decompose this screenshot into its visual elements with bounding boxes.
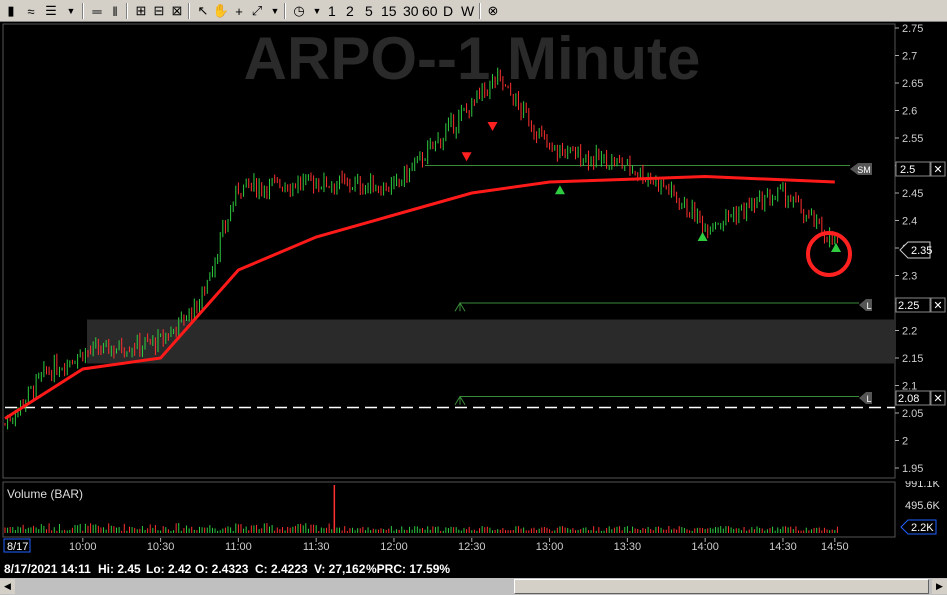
time-tick-label: 13:00	[536, 541, 564, 553]
target1-label: 2.25 ✕	[895, 297, 946, 313]
resistance-price: 2.5	[900, 164, 915, 176]
volume-current-marker: 2.2K	[900, 519, 937, 535]
crosshair-box-icon[interactable]: ⊠	[168, 2, 186, 20]
price-tick-label: 2.4	[902, 216, 917, 228]
interval-w[interactable]: W	[460, 2, 475, 20]
resistance-tag-text: SM	[857, 165, 871, 175]
status-datetime: 8/17/2021 14:11	[4, 562, 91, 576]
chart-title-watermark: ARPO--1 Minute	[244, 25, 701, 92]
time-tick-label: 11:00	[225, 541, 252, 553]
interval-60[interactable]: 60	[421, 2, 439, 20]
interval-1[interactable]: 1	[327, 2, 337, 20]
status-volume: V: 27,162	[314, 562, 366, 576]
close-level-icon[interactable]: ✕	[933, 164, 942, 176]
time-tick-label: 12:30	[458, 541, 486, 553]
toolbar: ▮ ≈ ☰ ▼ ═ ‖ ⊞ ⊟ ⊠ ↖ ✋ + ⤢ ▼ ◷ ▼ 1 2 5 15…	[0, 0, 947, 22]
price-tick-label: 2	[902, 436, 908, 448]
time-tick-label: 14:50	[821, 541, 849, 553]
target2-label: 2.08 ✕	[895, 390, 946, 406]
time-axis: 8/17 10:00 10:30 11:00 11:30 12:00 12:30 13:00…	[0, 538, 947, 558]
scroll-right-icon[interactable]: ▶	[932, 579, 947, 594]
close-target1-icon[interactable]: ✕	[933, 300, 942, 312]
status-hi: Hi: 2.45	[98, 562, 141, 576]
volume-current-text: 2.2K	[911, 522, 934, 534]
price-tick-label: 2.3	[902, 271, 917, 283]
price-tick-label: 2.05	[902, 408, 923, 420]
current-price-text: 2.35	[911, 245, 932, 257]
target1-tag-text: L	[866, 301, 871, 311]
time-tick-label: 14:30	[769, 541, 797, 553]
target1-price: 2.25	[898, 300, 919, 312]
price-chart[interactable]: ARPO--1 Minute 2.75 2.7 2.65 2.6 2.55 2.5 2.45…	[0, 22, 947, 480]
status-prc: %PRC: 17.59%	[366, 562, 451, 576]
time-tick-label: 11:30	[303, 541, 330, 553]
time-tick-label: 12:00	[380, 541, 408, 553]
price-tick-label: 2.7	[902, 51, 917, 63]
horizontal-scrollbar[interactable]: ◀ ▶	[0, 578, 947, 595]
interval-30[interactable]: 30	[402, 2, 420, 20]
consolidation-zone	[87, 319, 895, 364]
price-tick-label: 2.65	[902, 78, 923, 90]
status-bar: 8/17/2021 14:11 Hi: 2.45 Lo: 2.42 O: 2.4…	[0, 559, 947, 578]
interval-dropdown-icon[interactable]: ▼	[308, 2, 326, 20]
hand-icon[interactable]: ✋	[212, 2, 230, 20]
price-tick-label: 1.95	[902, 463, 923, 475]
interval-15[interactable]: 15	[380, 2, 398, 20]
interval-5[interactable]: 5	[364, 2, 374, 20]
list-icon[interactable]: ☰	[42, 2, 60, 20]
indicator-icon[interactable]: ≈	[22, 2, 40, 20]
crosshair-icon[interactable]: +	[230, 2, 248, 20]
time-axis-date: 8/17	[7, 541, 28, 553]
vertical-line-icon[interactable]: ‖	[106, 2, 124, 20]
grid-icon[interactable]: ⊞	[132, 2, 150, 20]
time-tick-label: 14:00	[691, 541, 719, 553]
volume-tick-mid: 495.6K	[905, 500, 941, 512]
horizontal-line-icon[interactable]: ═	[88, 2, 106, 20]
scroll-left-icon[interactable]: ◀	[0, 579, 15, 594]
time-tick-label: 10:00	[69, 541, 97, 553]
clock-icon[interactable]: ◷	[290, 2, 308, 20]
interval-d[interactable]: D	[442, 2, 454, 20]
volume-chart[interactable]: Volume (BAR) 991.1K 495.6K 2.2K	[0, 481, 947, 538]
price-tick-label: 2.75	[902, 23, 923, 35]
drawing-dropdown-icon[interactable]: ▼	[266, 2, 284, 20]
target2-price: 2.08	[898, 393, 919, 405]
interval-2[interactable]: 2	[345, 2, 355, 20]
price-tick-label: 2.15	[902, 353, 923, 365]
price-tick-label: 2.55	[902, 133, 923, 145]
scrollbar-thumb[interactable]	[514, 579, 929, 594]
close-chart-icon[interactable]: ⊗	[484, 2, 502, 20]
layout-icon[interactable]: ⊟	[150, 2, 168, 20]
volume-tick-max: 991.1K	[905, 481, 941, 490]
resistance-label: 2.5 ✕	[895, 161, 946, 177]
time-tick-label: 10:30	[147, 541, 175, 553]
target2-tag-text: L	[866, 394, 871, 404]
pointer-icon[interactable]: ↖	[194, 2, 212, 20]
status-lo: Lo: 2.42	[146, 562, 192, 576]
trendline-icon[interactable]: ⤢	[248, 2, 266, 20]
price-tick-label: 2.45	[902, 188, 923, 200]
price-tick-label: 2.2	[902, 326, 917, 338]
status-open: O: 2.4323	[195, 562, 249, 576]
dropdown-icon[interactable]: ▼	[62, 2, 80, 20]
price-tick-label: 2.6	[902, 106, 917, 118]
volume-title: Volume (BAR)	[7, 487, 83, 501]
time-tick-label: 13:30	[614, 541, 642, 553]
status-close: C: 2.4223	[255, 562, 308, 576]
chart-type-icon[interactable]: ▮	[2, 2, 20, 20]
close-target2-icon[interactable]: ✕	[933, 393, 942, 405]
